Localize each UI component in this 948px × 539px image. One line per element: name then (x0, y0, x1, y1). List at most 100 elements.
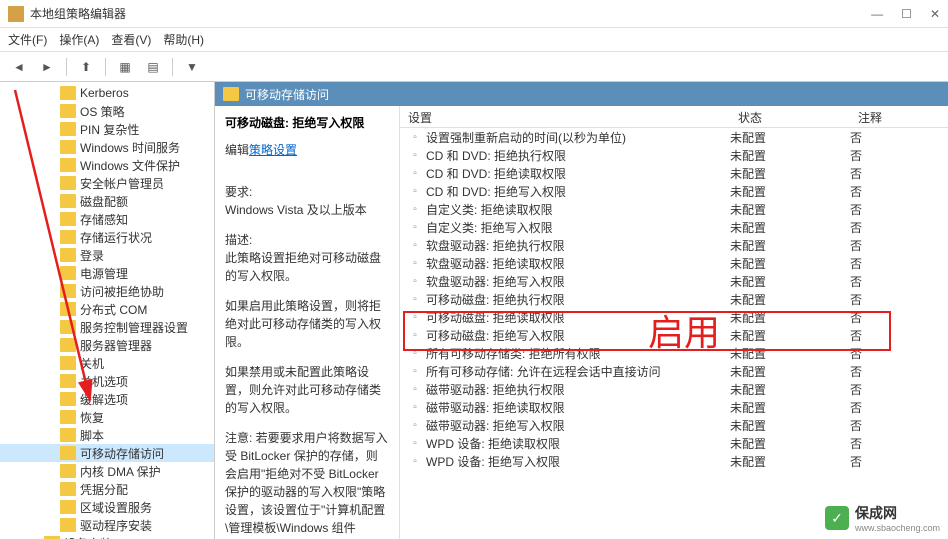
row-setting: CD 和 DVD: 拒绝读取权限 (426, 165, 730, 182)
tree-item[interactable]: 电源管理 (0, 264, 214, 282)
row-note: 否 (850, 417, 948, 434)
col-state[interactable]: 状态 (730, 106, 850, 127)
row-setting: 所有可移动存储类: 拒绝所有权限 (426, 345, 730, 362)
list-row[interactable]: ▫自定义类: 拒绝读取权限未配置否 (400, 200, 948, 218)
tree-item[interactable]: 服务器管理器 (0, 336, 214, 354)
list-row[interactable]: ▫可移动磁盘: 拒绝读取权限未配置否 (400, 308, 948, 326)
tree-item[interactable]: 缓解选项 (0, 390, 214, 408)
list-row[interactable]: ▫所有可移动存储: 允许在远程会话中直接访问未配置否 (400, 362, 948, 380)
list-row[interactable]: ▫CD 和 DVD: 拒绝读取权限未配置否 (400, 164, 948, 182)
forward-button[interactable]: ► (36, 56, 58, 78)
row-setting: 磁带驱动器: 拒绝读取权限 (426, 399, 730, 416)
up-button[interactable]: ⬆ (75, 56, 97, 78)
row-setting: 自定义类: 拒绝读取权限 (426, 201, 730, 218)
row-state: 未配置 (730, 363, 850, 380)
row-note: 否 (850, 201, 948, 218)
row-setting: 软盘驱动器: 拒绝读取权限 (426, 255, 730, 272)
tree-item[interactable]: OS 策略 (0, 102, 214, 120)
tree-item[interactable]: 登录 (0, 246, 214, 264)
tree-item[interactable]: 内核 DMA 保护 (0, 462, 214, 480)
edit-policy-link[interactable]: 策略设置 (249, 141, 297, 159)
tree-item[interactable]: Kerberos (0, 84, 214, 102)
tree-item[interactable]: Windows 时间服务 (0, 138, 214, 156)
tree-item[interactable]: ⌄设备安装 (0, 534, 214, 539)
folder-icon (60, 320, 76, 334)
list-row[interactable]: ▫CD 和 DVD: 拒绝执行权限未配置否 (400, 146, 948, 164)
list-header: 设置 状态 注释 (400, 106, 948, 128)
list-row[interactable]: ▫软盘驱动器: 拒绝读取权限未配置否 (400, 254, 948, 272)
row-setting: CD 和 DVD: 拒绝写入权限 (426, 183, 730, 200)
tree-item[interactable]: 磁盘配额 (0, 192, 214, 210)
tree-item-label: Windows 时间服务 (80, 139, 180, 156)
row-state: 未配置 (730, 147, 850, 164)
list-row[interactable]: ▫磁带驱动器: 拒绝写入权限未配置否 (400, 416, 948, 434)
tree-item[interactable]: 驱动程序安装 (0, 516, 214, 534)
desc-link-prefix: 编辑 (225, 143, 249, 157)
filter-button[interactable]: ▼ (181, 56, 203, 78)
desc-text-3: 如果禁用或未配置此策略设置，则允许对此可移动存储类的写入权限。 (225, 363, 389, 417)
tree-item[interactable]: 安全帐户管理员 (0, 174, 214, 192)
row-setting: WPD 设备: 拒绝写入权限 (426, 453, 730, 470)
watermark-url: www.sbaocheng.com (855, 523, 940, 533)
properties-button[interactable]: ▦ (114, 56, 136, 78)
back-button[interactable]: ◄ (8, 56, 30, 78)
list-row[interactable]: ▫设置强制重新启动的时间(以秒为单位)未配置否 (400, 128, 948, 146)
setting-icon: ▫ (408, 148, 422, 162)
minimize-button[interactable]: — (871, 7, 883, 21)
setting-icon: ▫ (408, 166, 422, 180)
list-row[interactable]: ▫CD 和 DVD: 拒绝写入权限未配置否 (400, 182, 948, 200)
row-note: 否 (850, 399, 948, 416)
tree-item[interactable]: Windows 文件保护 (0, 156, 214, 174)
row-setting: 所有可移动存储: 允许在远程会话中直接访问 (426, 363, 730, 380)
tree-item[interactable]: 凭据分配 (0, 480, 214, 498)
tree-item-label: 脚本 (80, 427, 104, 444)
tree-item[interactable]: 可移动存储访问 (0, 444, 214, 462)
tree-item[interactable]: 区域设置服务 (0, 498, 214, 516)
tree-item[interactable]: 分布式 COM (0, 300, 214, 318)
list-row[interactable]: ▫所有可移动存储类: 拒绝所有权限未配置否 (400, 344, 948, 362)
folder-icon (60, 212, 76, 226)
menu-action[interactable]: 操作(A) (59, 31, 99, 48)
row-note: 否 (850, 183, 948, 200)
content-header-title: 可移动存储访问 (245, 86, 329, 103)
list-row[interactable]: ▫软盘驱动器: 拒绝写入权限未配置否 (400, 272, 948, 290)
list-row[interactable]: ▫可移动磁盘: 拒绝执行权限未配置否 (400, 290, 948, 308)
tree-item-label: 磁盘配额 (80, 193, 128, 210)
list-row[interactable]: ▫磁带驱动器: 拒绝执行权限未配置否 (400, 380, 948, 398)
list-row[interactable]: ▫软盘驱动器: 拒绝执行权限未配置否 (400, 236, 948, 254)
tree-pane[interactable]: KerberosOS 策略PIN 复杂性Windows 时间服务Windows … (0, 82, 215, 539)
col-setting[interactable]: 设置 (400, 106, 730, 127)
row-state: 未配置 (730, 309, 850, 326)
list-button[interactable]: ▤ (142, 56, 164, 78)
folder-icon (60, 104, 76, 118)
tree-item-label: 凭据分配 (80, 481, 128, 498)
close-button[interactable]: ✕ (930, 7, 940, 21)
tree-item[interactable]: 存储运行状况 (0, 228, 214, 246)
menu-view[interactable]: 查看(V) (111, 31, 151, 48)
folder-icon (60, 86, 76, 100)
col-note[interactable]: 注释 (850, 106, 948, 127)
list-row[interactable]: ▫WPD 设备: 拒绝读取权限未配置否 (400, 434, 948, 452)
row-setting: 软盘驱动器: 拒绝写入权限 (426, 273, 730, 290)
tree-item[interactable]: 存储感知 (0, 210, 214, 228)
maximize-button[interactable]: ☐ (901, 7, 912, 21)
list-row[interactable]: ▫自定义类: 拒绝写入权限未配置否 (400, 218, 948, 236)
row-note: 否 (850, 345, 948, 362)
list-row[interactable]: ▫可移动磁盘: 拒绝写入权限未配置否 (400, 326, 948, 344)
list-row[interactable]: ▫WPD 设备: 拒绝写入权限未配置否 (400, 452, 948, 470)
settings-list[interactable]: 设置 状态 注释 ▫设置强制重新启动的时间(以秒为单位)未配置否▫CD 和 DV… (400, 106, 948, 539)
tree-item[interactable]: 脚本 (0, 426, 214, 444)
folder-icon (60, 392, 76, 406)
row-state: 未配置 (730, 255, 850, 272)
tree-item-label: 访问被拒绝协助 (80, 283, 164, 300)
tree-item[interactable]: PIN 复杂性 (0, 120, 214, 138)
list-row[interactable]: ▫磁带驱动器: 拒绝读取权限未配置否 (400, 398, 948, 416)
tree-item[interactable]: 关机选项 (0, 372, 214, 390)
menu-help[interactable]: 帮助(H) (163, 31, 204, 48)
tree-item[interactable]: 关机 (0, 354, 214, 372)
row-note: 否 (850, 273, 948, 290)
menu-file[interactable]: 文件(F) (8, 31, 47, 48)
tree-item[interactable]: 恢复 (0, 408, 214, 426)
tree-item[interactable]: 服务控制管理器设置 (0, 318, 214, 336)
tree-item[interactable]: 访问被拒绝协助 (0, 282, 214, 300)
